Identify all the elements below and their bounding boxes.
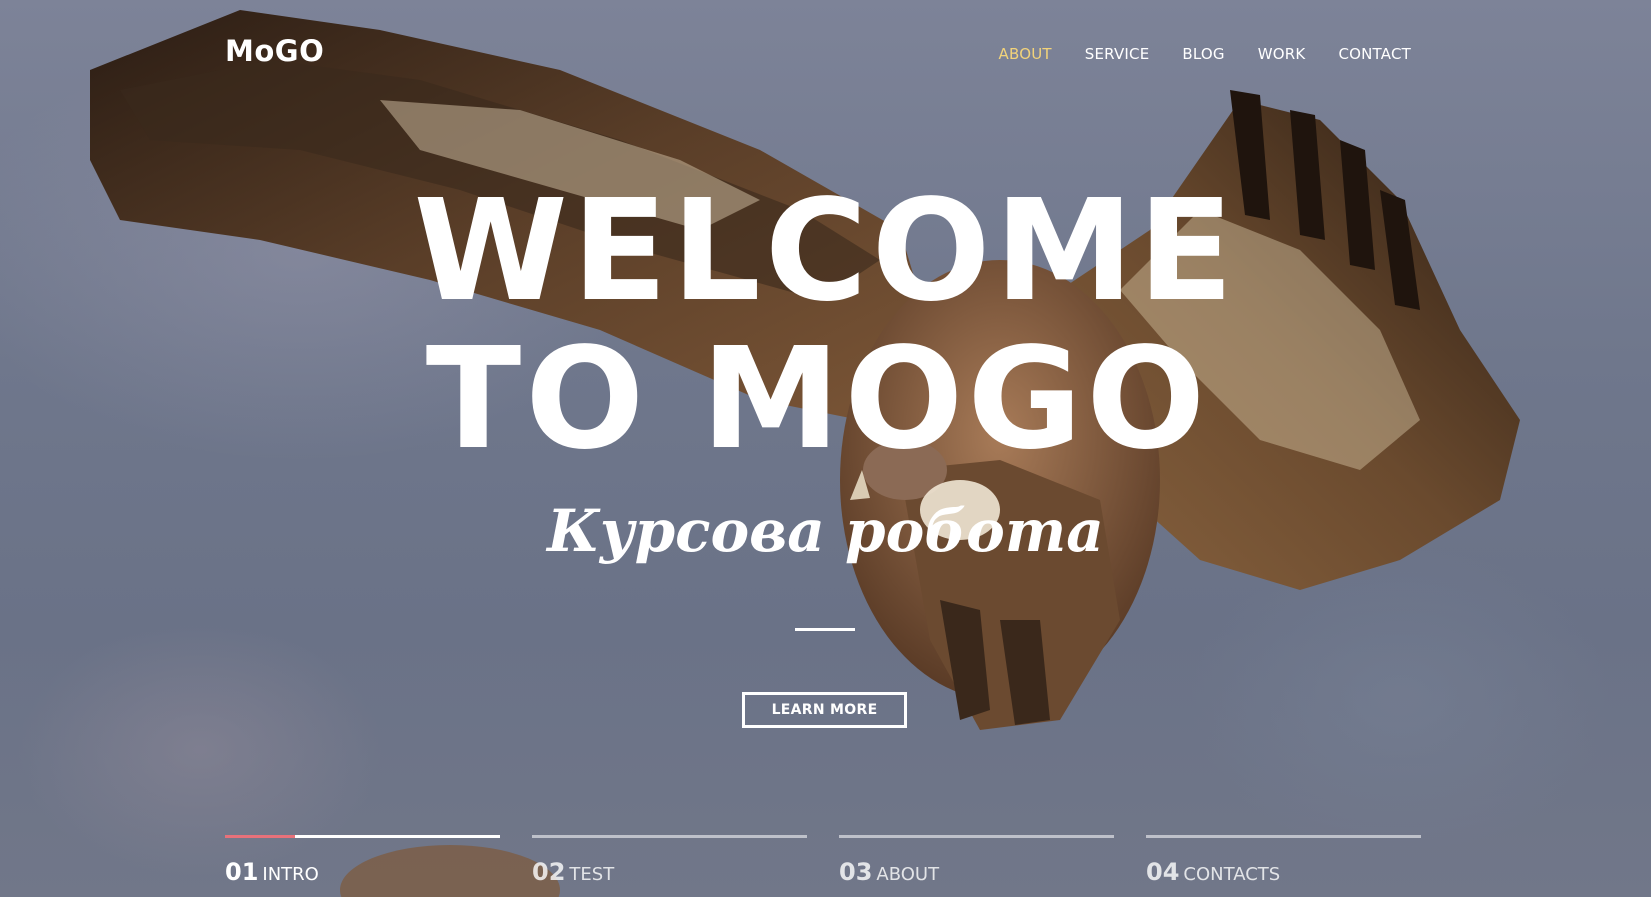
nav-item-work[interactable]: WORK	[1258, 45, 1306, 63]
hero-subtitle: Курсова робота	[547, 497, 1104, 565]
nav-item-contact[interactable]: CONTACT	[1338, 45, 1411, 63]
slide-tab-label: 02 TEST	[532, 858, 807, 886]
slide-tab-label: 01 INTRO	[225, 858, 500, 886]
slide-tab-text: CONTACTS	[1183, 864, 1281, 885]
nav-item-service[interactable]: SERVICE	[1085, 45, 1150, 63]
slide-tab-label: 03 ABOUT	[839, 858, 1114, 886]
slide-tab-test[interactable]: 02 TEST	[532, 835, 807, 886]
slide-progress-bar	[839, 835, 1114, 838]
hero-heading-line1: WELCOME	[413, 170, 1238, 333]
nav-item-blog[interactable]: BLOG	[1182, 45, 1224, 63]
slide-tab-number: 01	[225, 858, 259, 886]
slide-tab-intro[interactable]: 01 INTRO	[225, 835, 500, 886]
slide-tab-number: 02	[532, 858, 566, 886]
slide-tab-about[interactable]: 03 ABOUT	[839, 835, 1114, 886]
slide-progress-fill	[225, 835, 295, 838]
slide-tab-text: ABOUT	[876, 864, 940, 885]
hero-heading-line2: TO MOGO	[425, 318, 1210, 481]
slide-tab-number: 04	[1146, 858, 1180, 886]
slide-tab-label: 04 CONTACTS	[1146, 858, 1421, 886]
slider-nav: 01 INTRO 02 TEST 03 ABOUT 04 CONTACTS	[225, 835, 1421, 886]
slide-progress-bar	[532, 835, 807, 838]
brand-logo[interactable]: MoGO	[225, 34, 324, 68]
slide-tab-contacts[interactable]: 04 CONTACTS	[1146, 835, 1421, 886]
hero-divider	[795, 628, 855, 631]
slide-tab-text: INTRO	[262, 864, 319, 885]
slide-tab-text: TEST	[569, 864, 615, 885]
slide-tab-number: 03	[839, 858, 873, 886]
learn-more-button[interactable]: LEARN MORE	[742, 692, 907, 728]
slide-progress-bar	[225, 835, 500, 838]
main-nav: ABOUT SERVICE BLOG WORK CONTACT	[999, 45, 1411, 63]
slide-progress-bar	[1146, 835, 1421, 838]
nav-item-about[interactable]: ABOUT	[999, 45, 1052, 63]
